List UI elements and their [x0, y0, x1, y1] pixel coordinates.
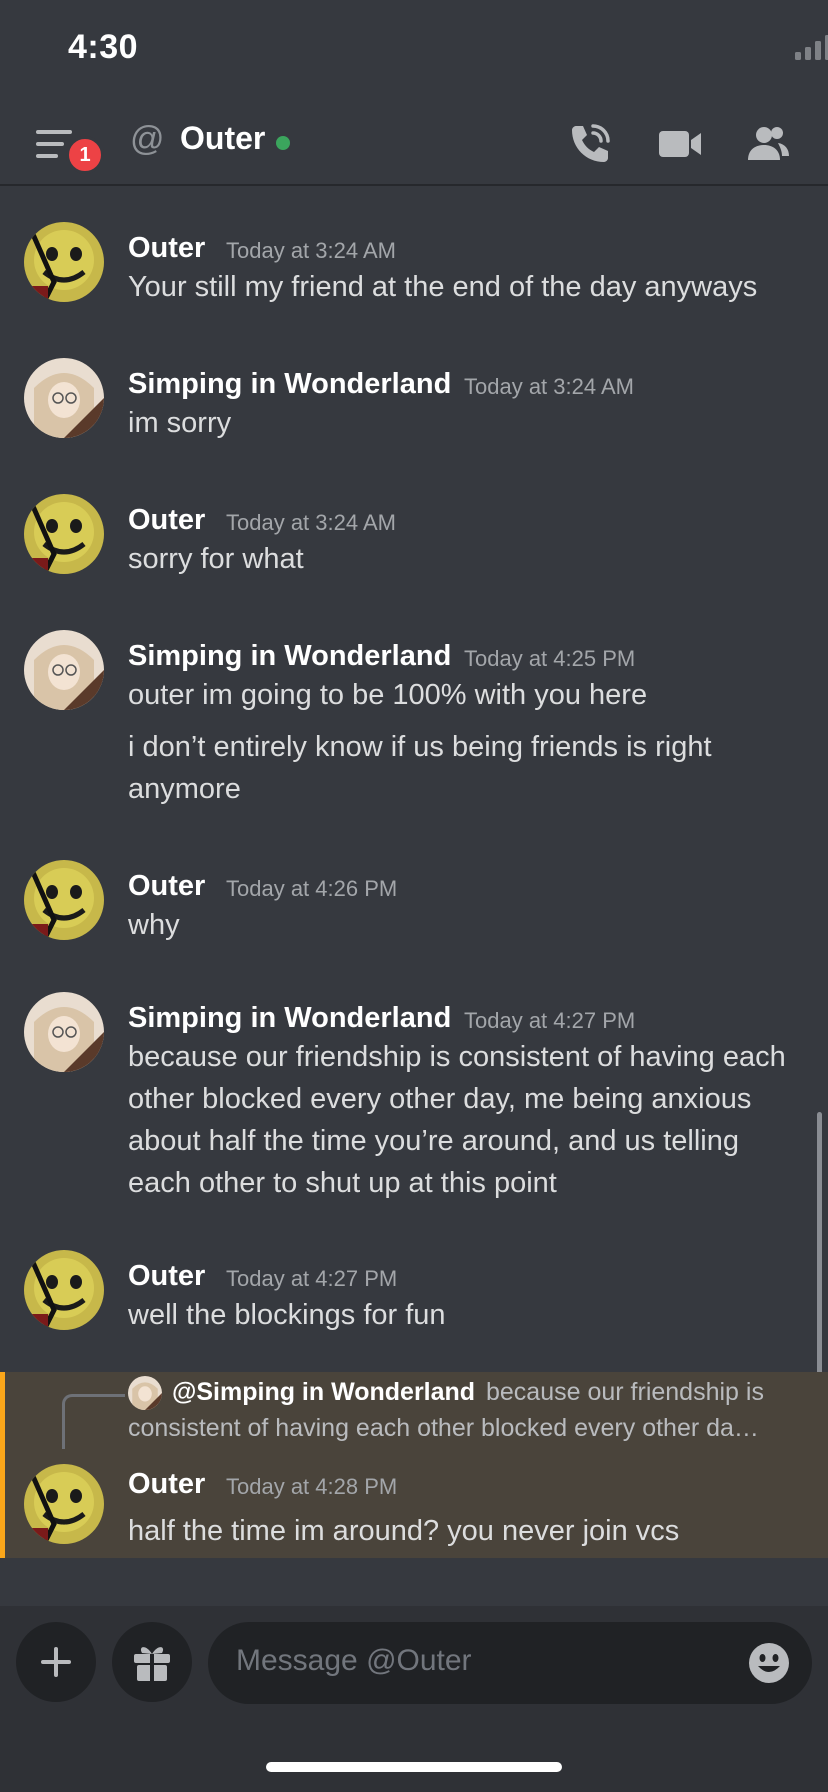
- message-timestamp: Today at 3:24 AM: [226, 238, 396, 263]
- reply-snippet[interactable]: because our friendship is: [486, 1378, 806, 1407]
- message-input[interactable]: Message @Outer: [208, 1622, 812, 1704]
- status-bar: 4:30: [0, 0, 828, 100]
- mention-highlight-bar: [0, 1372, 5, 1558]
- at-icon: @: [130, 120, 165, 158]
- gift-button[interactable]: [112, 1622, 192, 1702]
- home-indicator[interactable]: [266, 1762, 562, 1772]
- bottom-safe-area: [0, 1706, 828, 1792]
- gift-icon: [134, 1647, 170, 1681]
- discord-dm-screen: 4:30 1 @ Outer Outer Today at 3:24 AM Yo…: [0, 0, 828, 1792]
- message-text: because our friendship is consistent of …: [128, 1041, 786, 1199]
- avatar-outer[interactable]: [24, 222, 104, 302]
- message-author[interactable]: Outer: [128, 232, 205, 265]
- avatar-outer[interactable]: [24, 860, 104, 940]
- members-icon[interactable]: [744, 120, 792, 168]
- message-timestamp: Today at 3:24 AM: [226, 510, 396, 535]
- message-timestamp: Today at 4:26 PM: [226, 876, 398, 901]
- reply-avatar: [128, 1376, 162, 1410]
- online-status-dot: [276, 136, 290, 150]
- avatar-simping[interactable]: [24, 358, 104, 438]
- message-author[interactable]: Outer: [128, 1260, 205, 1293]
- message-text: well the blockings for fun: [128, 1299, 446, 1331]
- message-text: sorry for what: [128, 543, 304, 575]
- cellular-signal-icon: [795, 35, 828, 60]
- message-author[interactable]: Simping in Wonderland: [128, 640, 451, 673]
- message-timestamp: Today at 4:28 PM: [226, 1474, 398, 1499]
- message-input-placeholder: Message @Outer: [236, 1644, 472, 1677]
- message-timestamp: Today at 4:25 PM: [464, 646, 636, 671]
- attach-button[interactable]: [16, 1622, 96, 1702]
- voice-call-icon[interactable]: [566, 120, 614, 168]
- message-author[interactable]: Outer: [128, 1468, 205, 1501]
- message-author[interactable]: Simping in Wonderland: [128, 1002, 451, 1035]
- message-timestamp: Today at 4:27 PM: [226, 1266, 398, 1291]
- message-author[interactable]: Simping in Wonderland: [128, 368, 451, 401]
- status-time: 4:30: [68, 28, 139, 66]
- message-text: Your still my friend at the end of the d…: [128, 271, 758, 303]
- message-timestamp: Today at 3:24 AM: [464, 374, 634, 399]
- message-text: half the time im around? you never join …: [128, 1515, 680, 1547]
- reply-author[interactable]: @Simping in Wonderland: [172, 1378, 475, 1407]
- avatar-outer[interactable]: [24, 1250, 104, 1330]
- avatar-outer[interactable]: [24, 494, 104, 574]
- message-text: im sorry: [128, 407, 232, 439]
- message-text: why: [128, 909, 180, 941]
- message-author[interactable]: Outer: [128, 870, 205, 903]
- avatar-simping[interactable]: [24, 630, 104, 710]
- reply-connector: [62, 1394, 125, 1449]
- channel-title[interactable]: Outer: [180, 120, 265, 157]
- channel-header: 1 @ Outer: [0, 100, 828, 186]
- plus-icon: [41, 1647, 71, 1677]
- message-composer: Message @Outer: [0, 1606, 828, 1706]
- reply-snippet[interactable]: consistent of having each other blocked …: [128, 1414, 812, 1443]
- message-text: i don’t entirely know if us being friend…: [128, 731, 712, 805]
- notification-badge: 1: [66, 136, 104, 174]
- emoji-icon[interactable]: [748, 1642, 790, 1684]
- avatar-outer[interactable]: [24, 1464, 104, 1544]
- message-timestamp: Today at 4:27 PM: [464, 1008, 636, 1033]
- message-text: outer im going to be 100% with you here: [128, 679, 648, 711]
- video-call-icon[interactable]: [656, 120, 704, 168]
- avatar-simping[interactable]: [24, 992, 104, 1072]
- message-author[interactable]: Outer: [128, 504, 205, 537]
